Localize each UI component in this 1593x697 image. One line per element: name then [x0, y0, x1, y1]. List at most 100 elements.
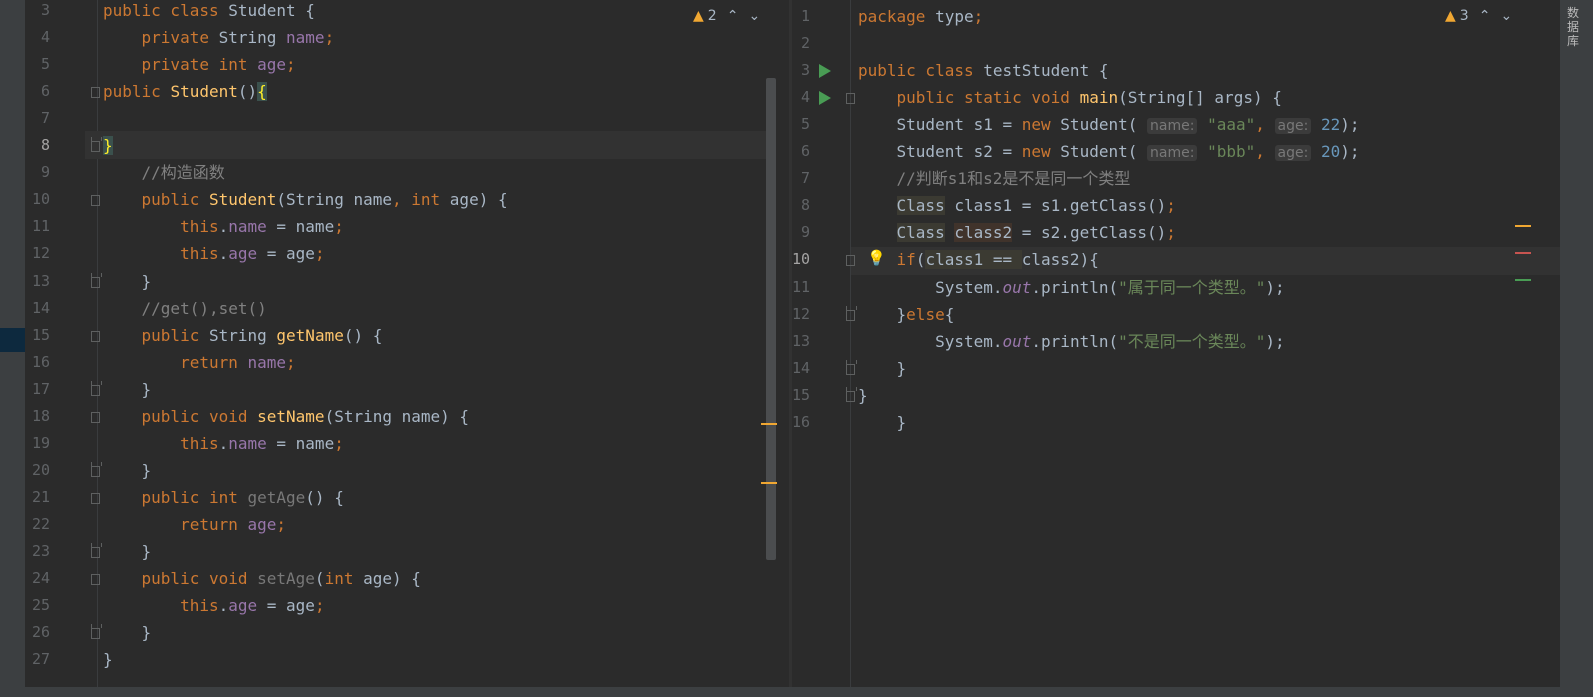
code-line[interactable]: package type; — [858, 3, 983, 31]
code-line[interactable]: //构造函数 — [103, 159, 225, 187]
code-line[interactable]: System.out.println("不是同一个类型。"); — [858, 328, 1294, 356]
intention-bulb-icon[interactable]: 💡 — [867, 248, 886, 268]
line-number[interactable]: 4 — [792, 84, 810, 112]
line-number[interactable]: 25 — [25, 592, 50, 620]
line-number[interactable]: 18 — [25, 403, 50, 431]
code-line[interactable]: } — [858, 382, 868, 410]
line-number[interactable]: 13 — [792, 328, 810, 356]
code-line[interactable]: this.age = age; — [103, 592, 325, 620]
line-number[interactable]: 14 — [25, 295, 50, 323]
code-line[interactable]: System.out.println("属于同一个类型。"); — [858, 274, 1294, 302]
code-line[interactable]: //get(),set() — [103, 295, 267, 323]
line-number[interactable]: 5 — [792, 111, 810, 139]
horizontal-scrollbar[interactable] — [0, 687, 1593, 697]
line-number[interactable]: 3 — [25, 0, 50, 25]
line-number[interactable]: 5 — [25, 51, 50, 79]
fold-marker-icon[interactable] — [91, 411, 100, 423]
run-gutter-icon[interactable] — [819, 64, 831, 79]
error-stripe-mark[interactable] — [1515, 252, 1531, 254]
line-number[interactable]: 21 — [25, 484, 50, 512]
fold-marker-icon[interactable] — [846, 255, 855, 267]
line-number[interactable]: 4 — [25, 24, 50, 52]
line-number[interactable]: 11 — [25, 213, 50, 241]
code-line[interactable]: } — [103, 132, 113, 160]
fold-marker-icon[interactable] — [91, 574, 100, 586]
fold-marker-icon[interactable] — [91, 195, 100, 207]
code-line[interactable]: public static void main(String[] args) { — [858, 84, 1282, 112]
fold-marker-icon[interactable] — [91, 380, 102, 396]
line-number[interactable]: 11 — [792, 274, 810, 302]
warning-stripe-mark[interactable] — [761, 423, 777, 425]
line-number[interactable]: 22 — [25, 511, 50, 539]
line-number[interactable]: 19 — [25, 430, 50, 458]
line-number[interactable]: 10 — [792, 246, 810, 274]
code-line[interactable]: public class Student { — [103, 0, 315, 25]
line-number[interactable]: 12 — [792, 301, 810, 329]
fold-marker-icon[interactable] — [91, 87, 100, 99]
fold-marker-icon[interactable] — [846, 305, 857, 321]
code-line[interactable]: } — [103, 619, 152, 647]
line-number[interactable]: 6 — [792, 138, 810, 166]
fold-marker-icon[interactable] — [846, 359, 857, 375]
line-number[interactable]: 13 — [25, 268, 50, 296]
line-number[interactable]: 7 — [25, 105, 50, 133]
line-number[interactable]: 9 — [792, 219, 810, 247]
line-number[interactable]: 24 — [25, 565, 50, 593]
line-number[interactable]: 8 — [792, 192, 810, 220]
fold-marker-icon[interactable] — [91, 461, 102, 477]
code-line[interactable]: public Student(){ — [103, 78, 267, 106]
database-tool-tab[interactable]: 数据库 — [1567, 6, 1583, 48]
line-number[interactable]: 8 — [25, 132, 50, 160]
line-number[interactable]: 15 — [792, 382, 810, 410]
code-line[interactable]: Class class1 = s1.getClass(); — [858, 192, 1176, 220]
line-number[interactable]: 27 — [25, 646, 50, 674]
right-editor[interactable]: 1 package type; 2 3 public class testStudent… — [792, 0, 1560, 687]
warning-stripe-mark[interactable] — [1515, 225, 1531, 227]
warning-stripe-mark[interactable] — [761, 482, 777, 484]
line-number[interactable]: 1 — [792, 3, 810, 31]
line-number[interactable]: 2 — [792, 30, 810, 58]
left-inspection-widget[interactable]: ▲ 2 ⌃ ⌄ — [693, 8, 760, 24]
fold-marker-icon[interactable] — [91, 272, 102, 288]
fold-marker-icon[interactable] — [91, 137, 102, 153]
line-number[interactable]: 7 — [792, 165, 810, 193]
code-line[interactable]: this.name = name; — [103, 430, 344, 458]
code-line[interactable]: } — [858, 355, 907, 383]
code-line[interactable]: //判断s1和s2是不是同一个类型 — [858, 165, 1131, 193]
chevron-up-icon[interactable]: ⌃ — [1479, 8, 1491, 24]
chevron-up-icon[interactable]: ⌃ — [727, 8, 739, 24]
code-line[interactable]: } — [103, 538, 152, 566]
line-number[interactable]: 26 — [25, 619, 50, 647]
left-editor[interactable]: 3 public class Student { 4 private String … — [25, 0, 789, 687]
code-line[interactable]: } — [103, 268, 152, 296]
chevron-down-icon[interactable]: ⌄ — [748, 8, 760, 24]
code-line[interactable]: } — [103, 646, 113, 674]
chevron-down-icon[interactable]: ⌄ — [1500, 8, 1512, 24]
code-line[interactable]: return name; — [103, 349, 296, 377]
code-line[interactable]: public class testStudent { — [858, 57, 1108, 85]
run-gutter-icon[interactable] — [819, 91, 831, 106]
code-line[interactable]: }else{ — [858, 301, 955, 329]
code-line[interactable]: public void setName(String name) { — [103, 403, 470, 431]
code-line[interactable]: public Student(String name, int age) { — [103, 186, 508, 214]
line-number[interactable]: 15 — [25, 322, 50, 350]
code-line[interactable]: public String getName() { — [103, 322, 383, 350]
code-line[interactable]: Student s1 = new Student( name: "aaa", a… — [858, 111, 1369, 139]
line-number[interactable]: 17 — [25, 376, 50, 404]
code-line[interactable]: private String name; — [103, 24, 335, 52]
change-stripe-mark[interactable] — [1515, 279, 1531, 281]
line-number[interactable]: 20 — [25, 457, 50, 485]
code-line[interactable]: } — [858, 409, 907, 437]
code-line[interactable]: this.age = age; — [103, 240, 325, 268]
code-line[interactable]: } — [103, 376, 152, 404]
code-line[interactable]: } — [103, 457, 152, 485]
right-inspection-widget[interactable]: ▲ 3 ⌃ ⌄ — [1445, 8, 1512, 24]
code-line[interactable]: public void setAge(int age) { — [103, 565, 421, 593]
line-number[interactable]: 23 — [25, 538, 50, 566]
fold-marker-icon[interactable] — [846, 93, 855, 105]
code-line[interactable]: this.name = name; — [103, 213, 344, 241]
fold-marker-icon[interactable] — [91, 492, 100, 504]
fold-marker-icon[interactable] — [846, 386, 857, 402]
line-number[interactable]: 10 — [25, 186, 50, 214]
line-number[interactable]: 3 — [792, 57, 810, 85]
